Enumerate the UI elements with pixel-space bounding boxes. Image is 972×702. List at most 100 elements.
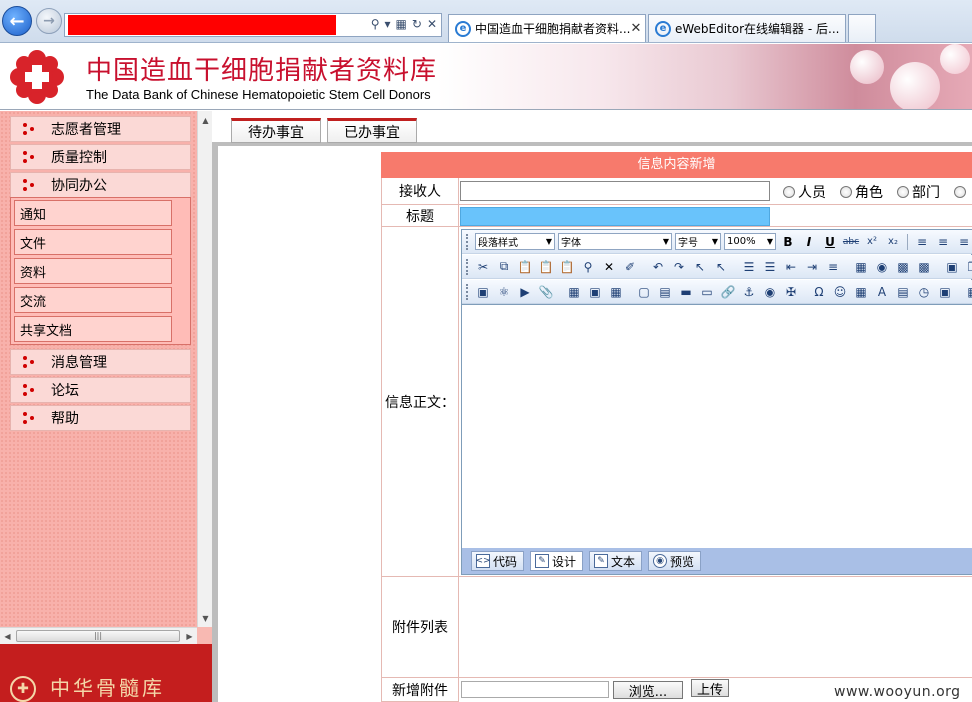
submenu-item-shared-docs[interactable]: 共享文档 xyxy=(14,316,172,342)
table-style-icon[interactable]: ▩ xyxy=(915,258,933,276)
browser-tab-active[interactable]: e 中国造血干细胞捐献者资料... ✕ xyxy=(448,14,646,42)
underline-icon[interactable]: U xyxy=(821,233,839,251)
find-icon[interactable]: ⚲ xyxy=(579,258,597,276)
mode-code-button[interactable]: <> 代码 xyxy=(471,551,525,571)
upload-button[interactable]: 上传 xyxy=(691,679,729,698)
forward-button[interactable]: → xyxy=(36,8,62,34)
sidebar-vertical-scrollbar[interactable]: ▲ ▼ xyxy=(197,111,212,627)
tab-pending[interactable]: 待办事宜 xyxy=(231,118,321,143)
redo-icon[interactable]: ↷ xyxy=(670,258,688,276)
browse-button[interactable]: 浏览... xyxy=(613,681,683,700)
sidebar-item-forum[interactable]: 论坛 xyxy=(10,377,191,403)
scroll-right-arrow-icon[interactable]: ▶ xyxy=(182,629,197,644)
radio-circle-icon[interactable] xyxy=(840,186,852,198)
map-icon[interactable]: ◉ xyxy=(761,283,779,301)
attachment-icon[interactable]: 📎 xyxy=(537,283,555,301)
special-char-icon[interactable]: Ω xyxy=(810,283,828,301)
scroll-down-arrow-icon[interactable]: ▼ xyxy=(198,611,213,626)
excel-icon[interactable]: ▦ xyxy=(852,283,870,301)
insert-image-icon[interactable]: ▣ xyxy=(474,283,492,301)
iframe-icon[interactable]: ▤ xyxy=(656,283,674,301)
address-value-redacted[interactable] xyxy=(68,15,336,35)
radio-role[interactable]: 角色 xyxy=(840,182,883,202)
marquee-icon[interactable]: ▭ xyxy=(698,283,716,301)
radio-circle-icon[interactable] xyxy=(897,186,909,198)
compat-view-icon[interactable]: ▦ xyxy=(396,17,407,31)
file-path-input[interactable] xyxy=(461,681,609,698)
radio-more[interactable] xyxy=(954,182,969,202)
clear-format-icon[interactable]: ✐ xyxy=(621,258,639,276)
copy-icon[interactable]: ⧉ xyxy=(495,258,513,276)
strikethrough-icon[interactable]: abc xyxy=(842,233,860,251)
unlink-icon[interactable]: ✠ xyxy=(782,283,800,301)
date-icon[interactable]: ▤ xyxy=(894,283,912,301)
form-field-icon[interactable]: ▢ xyxy=(635,283,653,301)
paste-word-icon[interactable]: 📋 xyxy=(558,258,576,276)
mode-text-button[interactable]: ✎ 文本 xyxy=(589,551,643,571)
grid-icon[interactable]: ▦ xyxy=(607,283,625,301)
sidebar-horizontal-scrollbar[interactable]: ◀ ||| ▶ xyxy=(0,627,197,644)
mode-preview-button[interactable]: ◉ 预览 xyxy=(648,551,702,571)
undo-icon[interactable]: ↶ xyxy=(649,258,667,276)
search-icon[interactable]: ⚲ xyxy=(371,17,380,31)
unordered-list-icon[interactable]: ☰ xyxy=(761,258,779,276)
insert-table-icon[interactable]: ▦ xyxy=(565,283,583,301)
insert-media-icon[interactable]: ▶ xyxy=(516,283,534,301)
submenu-item-notice[interactable]: 通知 xyxy=(14,200,172,226)
submenu-item-files[interactable]: 文件 xyxy=(14,229,172,255)
paste-icon[interactable]: 📋 xyxy=(516,258,534,276)
sidebar-item-volunteer-mgmt[interactable]: 志愿者管理 xyxy=(10,116,191,142)
submenu-item-exchange[interactable]: 交流 xyxy=(14,287,172,313)
text-color-icon[interactable]: ▦ xyxy=(852,258,870,276)
font-select[interactable]: 字体 ▼ xyxy=(558,233,672,250)
sidebar-item-message-mgmt[interactable]: 消息管理 xyxy=(10,349,191,375)
align-left-icon[interactable]: ≡ xyxy=(913,233,931,251)
zoom-select[interactable]: 100% ▼ xyxy=(724,233,776,250)
page-border-icon[interactable]: ▣ xyxy=(943,258,961,276)
align-right-icon[interactable]: ≡ xyxy=(955,233,972,251)
subscript-icon[interactable]: x₂ xyxy=(884,233,902,251)
recipient-input[interactable] xyxy=(460,181,770,201)
toolbar-grip[interactable] xyxy=(466,258,468,275)
paragraph-style-select[interactable]: 段落样式 ▼ xyxy=(475,233,555,250)
radio-circle-icon[interactable] xyxy=(783,186,795,198)
mode-design-button[interactable]: ✎ 设计 xyxy=(530,551,584,571)
horizontal-rule-icon[interactable]: ▬ xyxy=(677,283,695,301)
scrollbar-thumb[interactable]: ||| xyxy=(16,630,180,642)
browser-tab[interactable]: e eWebEditor在线编辑器 - 后... xyxy=(648,14,846,42)
align-center-icon[interactable]: ≡ xyxy=(934,233,952,251)
template-icon[interactable]: ▣ xyxy=(936,283,954,301)
radio-department[interactable]: 部门 xyxy=(897,182,940,202)
sidebar-item-collab-office[interactable]: 协同办公 xyxy=(10,172,191,198)
bold-icon[interactable]: B xyxy=(779,233,797,251)
time-icon[interactable]: ◷ xyxy=(915,283,933,301)
emoticon-icon[interactable]: ☺ xyxy=(831,283,849,301)
scroll-left-arrow-icon[interactable]: ◀ xyxy=(0,629,15,644)
toolbar-grip[interactable] xyxy=(466,233,469,250)
justify-icon[interactable]: ≡ xyxy=(824,258,842,276)
toolbar-grip[interactable] xyxy=(466,283,468,300)
refresh-icon[interactable]: ↻ xyxy=(412,17,422,31)
close-tab-icon[interactable]: ✕ xyxy=(630,21,641,36)
absolute-position-icon[interactable]: ↖ xyxy=(712,258,730,276)
editor-content-area[interactable] xyxy=(462,304,972,548)
back-button[interactable]: ← xyxy=(2,6,32,36)
link-icon[interactable]: 🔗 xyxy=(719,283,737,301)
tab-done[interactable]: 已办事宜 xyxy=(327,118,417,143)
table-menu-icon[interactable]: ▣ xyxy=(586,283,604,301)
sidebar-item-quality-control[interactable]: 质量控制 xyxy=(10,144,191,170)
select-pointer-icon[interactable]: ↖ xyxy=(691,258,709,276)
scroll-up-arrow-icon[interactable]: ▲ xyxy=(198,113,213,128)
layer-icon[interactable]: ❐ xyxy=(964,258,972,276)
font-style-icon[interactable]: ▩ xyxy=(894,258,912,276)
font-size-select[interactable]: 字号 ▼ xyxy=(675,233,721,250)
insert-flash-icon[interactable]: ⚛ xyxy=(495,283,513,301)
title-input[interactable] xyxy=(460,207,770,226)
cut-icon[interactable]: ✂ xyxy=(474,258,492,276)
dropdown-arrow-icon[interactable]: ▾ xyxy=(385,17,391,31)
sidebar-item-help[interactable]: 帮助 xyxy=(10,405,191,431)
new-tab-button[interactable] xyxy=(848,14,876,42)
radio-person[interactable]: 人员 xyxy=(783,182,826,202)
art-text-icon[interactable]: A xyxy=(873,283,891,301)
indent-icon[interactable]: ⇥ xyxy=(803,258,821,276)
